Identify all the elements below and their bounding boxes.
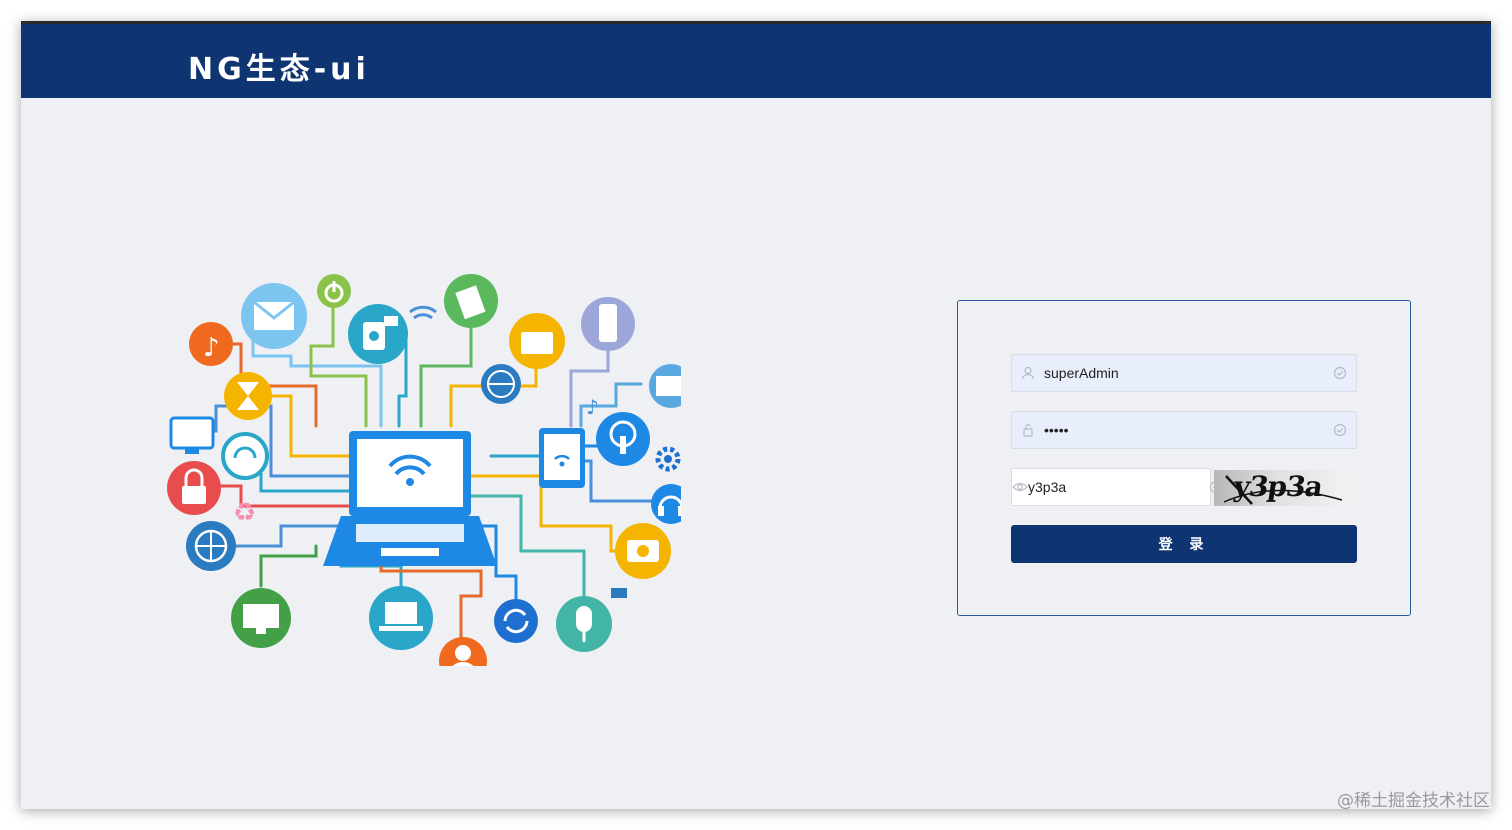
password-field[interactable] (1011, 411, 1357, 449)
note-icon (444, 274, 498, 328)
headset-icon (221, 432, 269, 480)
globe-icon (186, 521, 236, 571)
laptop-icon (369, 586, 433, 650)
monitor-icon (231, 588, 291, 648)
power-icon (317, 274, 351, 308)
podcast-icon (596, 412, 650, 466)
lock-icon (1012, 423, 1044, 437)
headphones-icon (651, 484, 681, 524)
svg-text:♪: ♪ (586, 395, 599, 419)
wifi-icon (409, 305, 437, 320)
wire (259, 544, 318, 588)
lock-icon (167, 461, 221, 515)
top-header: NG生态-ui (21, 21, 1491, 98)
hourglass-icon (224, 372, 272, 420)
music-icon: ♪ (189, 322, 233, 366)
globe-icon (481, 364, 521, 404)
user-icon (439, 637, 487, 666)
brand-title: NG生态-ui (188, 52, 370, 87)
login-button[interactable]: 登 录 (1011, 525, 1357, 563)
recycle-icon: ♻ (233, 498, 256, 528)
gear-icon (655, 446, 681, 472)
folder-icon (509, 313, 565, 369)
network-illustration: ♪ ♻ ♪ (167, 274, 681, 666)
captcha-image[interactable]: y3p3a (1214, 470, 1352, 506)
sync-icon (494, 599, 538, 643)
login-card: y3p3a 登 录 (957, 300, 1411, 616)
tablet-icon (539, 428, 585, 488)
mail-icon (649, 364, 681, 408)
microphone-icon (556, 596, 612, 652)
app-window: NG生态-ui ♪ ♻ ♪ superAdmin ••••• y3p3a y3p… (21, 21, 1491, 809)
phone-icon (581, 297, 635, 351)
captcha-field[interactable] (1011, 468, 1223, 506)
wire (194, 404, 353, 478)
watermark: @稀土掘金技术社区 (1337, 791, 1490, 811)
password-input[interactable] (1044, 412, 1324, 448)
check-circle-icon (1324, 366, 1356, 380)
svg-text:♻: ♻ (233, 498, 256, 528)
captcha-text: y3p3a (1231, 470, 1325, 503)
mail-icon (241, 283, 307, 349)
wire (309, 288, 368, 428)
check-circle-icon (1324, 423, 1356, 437)
folder-icon (611, 588, 627, 598)
eye-icon (1012, 481, 1028, 493)
user-icon (1012, 366, 1044, 380)
camera-icon (348, 304, 408, 364)
svg-text:♪: ♪ (203, 333, 220, 363)
captcha-input[interactable] (1028, 469, 1209, 505)
laptop-icon (323, 431, 497, 566)
monitor-icon (169, 416, 215, 454)
username-input[interactable] (1044, 355, 1324, 391)
photo-icon (615, 523, 671, 579)
username-field[interactable] (1011, 354, 1357, 392)
music-icon: ♪ (586, 395, 599, 419)
